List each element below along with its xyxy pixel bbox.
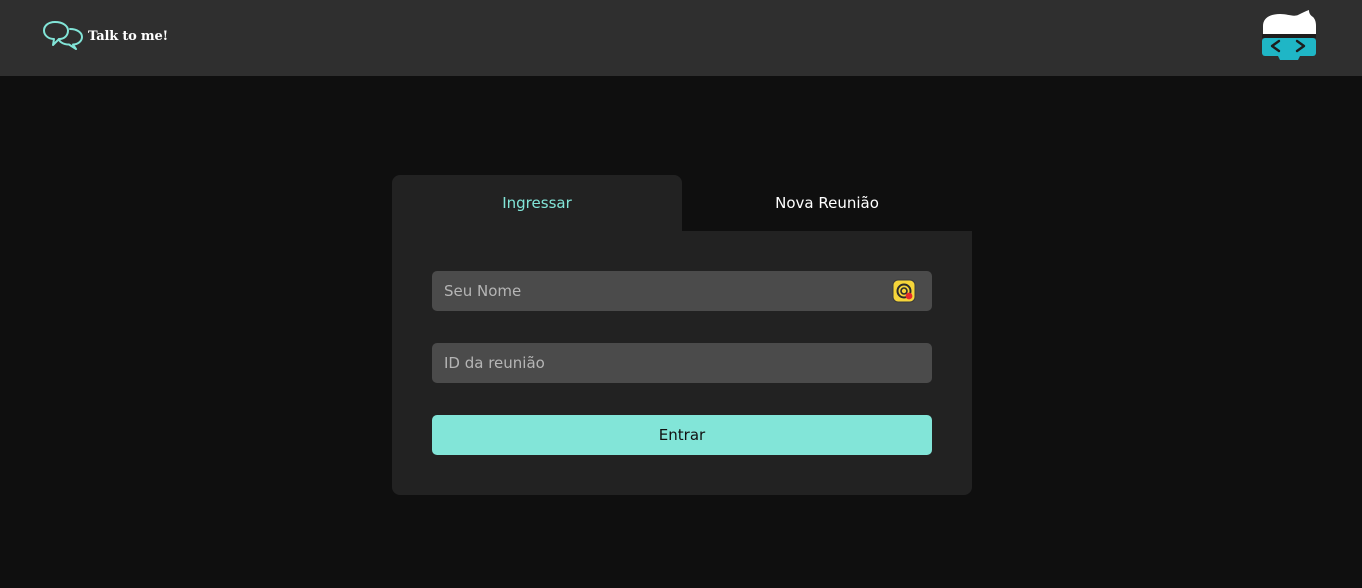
- name-input[interactable]: [432, 271, 932, 311]
- brand-logo[interactable]: Talk to me!: [42, 20, 168, 50]
- chat-bubbles-icon: [43, 21, 83, 50]
- password-manager-extension-icon[interactable]: [892, 279, 916, 303]
- meeting-id-field: [432, 343, 932, 383]
- enter-button[interactable]: Entrar: [432, 415, 932, 455]
- name-field: [432, 271, 932, 311]
- top-navigation-bar: Talk to me!: [0, 0, 1362, 76]
- brand-name: Talk to me!: [88, 28, 169, 44]
- tab-nova-reuniao[interactable]: Nova Reunião: [682, 175, 972, 231]
- meeting-tabs: Ingressar Nova Reunião: [392, 175, 972, 231]
- meeting-card: Ingressar Nova Reunião Entrar: [392, 175, 972, 495]
- tab-ingressar[interactable]: Ingressar: [392, 175, 682, 231]
- developer-avatar-icon[interactable]: [1260, 10, 1316, 62]
- join-meeting-form: Entrar: [392, 231, 972, 495]
- meeting-id-input[interactable]: [432, 343, 932, 383]
